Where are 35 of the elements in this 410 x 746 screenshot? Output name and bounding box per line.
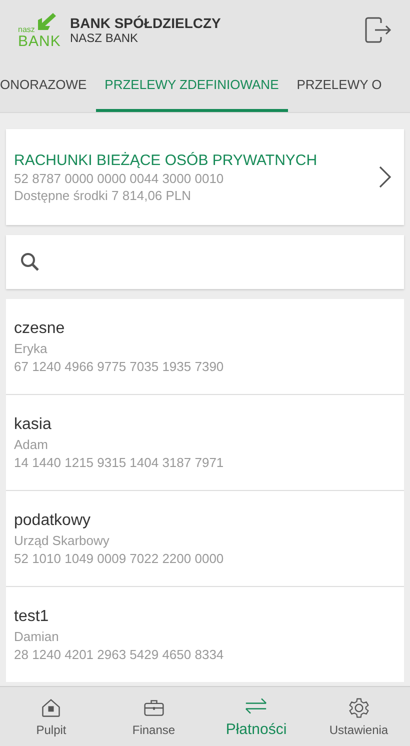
transfer-item[interactable]: test1 Damian 28 1240 4201 2963 5429 4650 8334: [6, 587, 404, 682]
account-name: RACHUNKI BIEŻĄCE OSÓB PRYWATNYCH: [14, 152, 318, 169]
transfer-item[interactable]: podatkowy Urząd Skarbowy 52 1010 1049 0009 7022 2200 0000: [6, 491, 404, 586]
bank-name: BANK SPÓŁDZIELCZY: [70, 15, 222, 32]
recipient-name: Eryka: [14, 340, 48, 356]
search-field[interactable]: [6, 235, 404, 290]
transfer-name: czesne: [14, 320, 66, 338]
chevron-right-icon: [378, 165, 392, 190]
transfer-name: test1: [14, 608, 50, 626]
tab[interactable]: ONORAZOWE: [0, 60, 96, 112]
nav-button[interactable]: Ustawienia: [308, 687, 410, 746]
arrow-icon: [36, 12, 56, 30]
account-card[interactable]: RACHUNKI BIEŻĄCE OSÓB PRYWATNYCH 52 8787 0000 0000 0044 3000 0010 Dostępne środki 7 814,06 PLN: [6, 129, 404, 226]
search-icon: [20, 252, 40, 272]
transfer-name: podatkowy: [14, 512, 92, 530]
transfer-item[interactable]: czesne Eryka 67 1240 4966 9775 7035 1935 7390: [6, 299, 404, 394]
recipient-name: Damian: [14, 628, 60, 644]
recipient-account: 52 1010 1049 0009 7022 2200 0000: [14, 550, 225, 566]
home-icon: [40, 696, 62, 719]
logo-text: BANK: [18, 34, 61, 50]
nav-button[interactable]: Finanse: [102, 687, 205, 746]
account-balance: Dostępne środki 7 814,06 PLN: [14, 188, 192, 203]
recipient-account: 14 1440 1215 9315 1404 3187 7971: [14, 454, 225, 470]
recipient-name: Adam: [14, 436, 49, 452]
settings-icon: [348, 696, 370, 719]
logo-small-text: nasz: [18, 26, 35, 34]
transfer-item[interactable]: kasia Adam 14 1440 1215 9315 1404 3187 7971: [6, 395, 404, 490]
recipient-account: 28 1240 4201 2963 5429 4650 8334: [14, 646, 225, 662]
transfer-name: kasia: [14, 416, 52, 434]
recipient-account: 67 1240 4966 9775 7035 1935 7390: [14, 358, 225, 374]
recipient-name: Urząd Skarbowy: [14, 532, 110, 548]
account-number: 52 8787 0000 0000 0044 3000 0010: [14, 170, 225, 186]
nav-button[interactable]: Pulpit: [0, 687, 102, 746]
bank-subtitle: NASZ BANK: [70, 31, 140, 46]
tab[interactable]: PRZELEWY O: [288, 60, 391, 112]
